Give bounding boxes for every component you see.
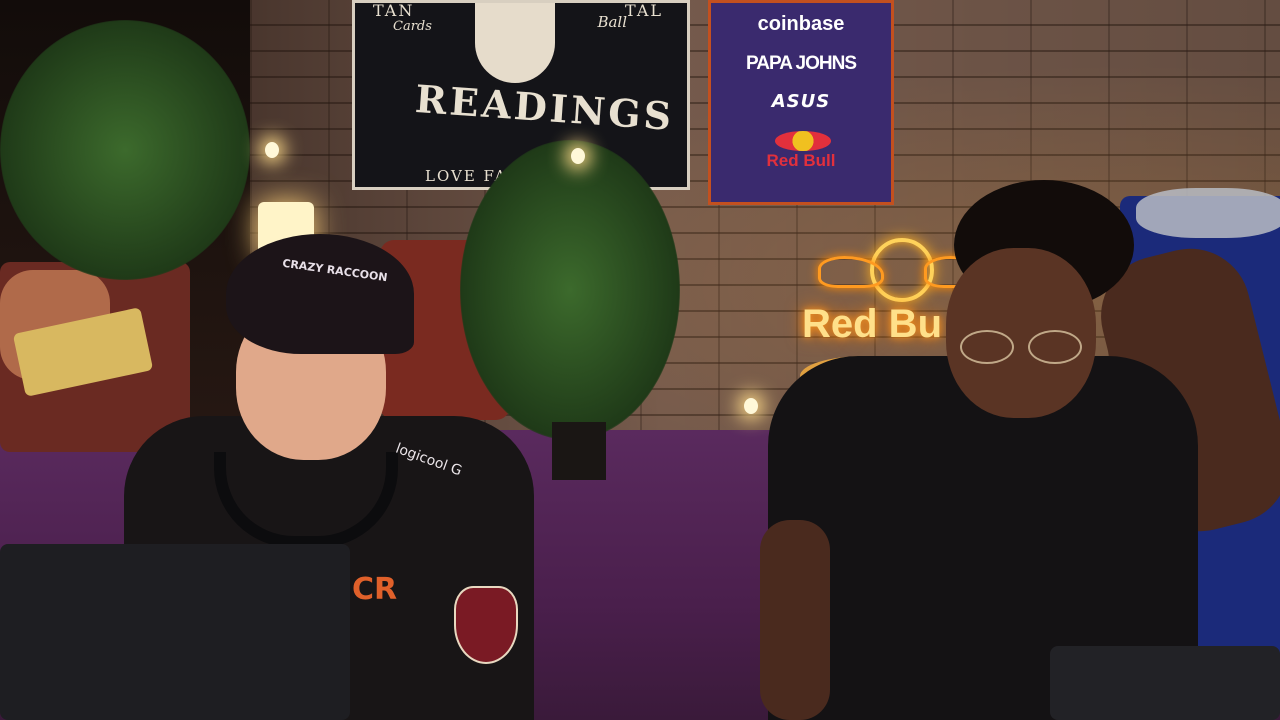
tapestry-top-left-text: TAN (373, 1, 415, 20)
sponsor-papa-johns: PAPA JOHNS (745, 53, 857, 74)
cooler-lid (1136, 188, 1280, 238)
palm-hand-illustration (475, 3, 555, 83)
cap-text: CRAZY RACCOON (281, 256, 389, 285)
tapestry-top-right-text: TAL (625, 1, 663, 20)
sponsor-asus: ASUS (771, 91, 831, 112)
person-right-left-arm (760, 520, 830, 720)
jacket-team-logo: CR (352, 572, 398, 607)
palm-plant-center (460, 140, 680, 440)
glasses-lens-left (960, 330, 1014, 364)
raccoon-patch-icon (454, 586, 518, 664)
tapestry-cards-text: Cards (393, 19, 432, 34)
tapestry-ball-text: Ball (597, 13, 627, 31)
string-light-bulb (265, 142, 279, 158)
string-light-bulb (571, 148, 585, 164)
monitor-left (0, 544, 350, 720)
glasses-icon (960, 330, 1082, 364)
tapestry-title: READINGS (413, 76, 676, 139)
sponsor-banner: coinbase PAPA JOHNS ASUS Red Bull (708, 0, 894, 205)
palm-plant-left (0, 20, 250, 280)
red-bull-logo-icon (775, 131, 831, 151)
person-left-cap: CRAZY RACCOON (226, 234, 414, 354)
string-light-bulb (744, 398, 758, 414)
sponsor-coinbase: coinbase (757, 13, 845, 35)
plant-pot (552, 422, 606, 480)
neon-text: Red Bu (802, 302, 942, 346)
streaming-room-photo: TAN TAL Cards Ball READINGS LOVE FATE co… (0, 0, 1280, 720)
glasses-lens-right (1028, 330, 1082, 364)
sponsor-red-bull: Red Bull (766, 151, 836, 170)
monitor-right (1050, 646, 1280, 720)
